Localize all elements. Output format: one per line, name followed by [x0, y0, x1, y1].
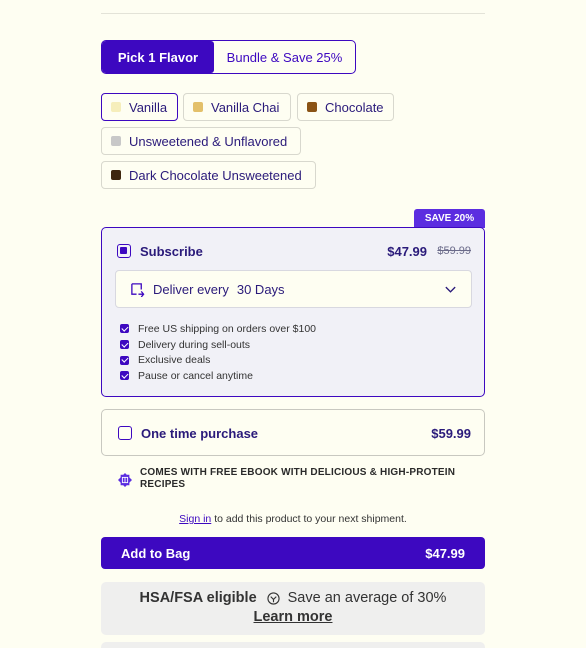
flavor-swatch — [111, 102, 121, 112]
chevron-down-icon — [445, 286, 456, 293]
subscribe-option[interactable]: Subscribe $47.99 $59.99 Deliver every 30… — [101, 227, 485, 397]
flavor-label: Vanilla — [129, 99, 168, 115]
flavor-swatch — [111, 136, 121, 146]
flavor-swatch — [111, 170, 121, 180]
hsa-fsa-banner: HSA/FSA eligible Save an average of 30% … — [101, 582, 485, 635]
book-badge-icon — [118, 473, 132, 487]
signin-prompt: Sign in to add this product to your next… — [101, 513, 485, 525]
subscribe-old-price: $59.99 — [437, 245, 471, 257]
delivery-frequency-select[interactable]: Deliver every 30 Days — [115, 270, 472, 308]
add-to-bag-button[interactable]: Add to Bag $47.99 — [101, 537, 485, 569]
repeat-delivery-icon — [131, 282, 145, 297]
flavor-label: Chocolate — [325, 99, 384, 115]
savings-icon — [267, 591, 280, 605]
perk-item: Exclusive deals — [120, 352, 316, 368]
one-time-radio[interactable] — [118, 426, 132, 440]
top-divider — [101, 13, 485, 14]
perk-text: Delivery during sell-outs — [138, 338, 251, 351]
flavor-label: Unsweetened & Unflavored — [129, 133, 288, 149]
perk-item: Delivery during sell-outs — [120, 337, 316, 353]
deliver-label: Deliver every — [153, 281, 229, 297]
flavor-option-unsweetened[interactable]: Unsweetened & Unflavored — [101, 127, 301, 155]
bundle-save-tab[interactable]: Bundle & Save 25% — [214, 41, 355, 73]
checkmark-icon — [120, 324, 129, 334]
flavor-option-vanilla[interactable]: Vanilla — [101, 93, 178, 121]
checkmark-icon — [120, 340, 129, 350]
flavor-swatch — [193, 102, 203, 112]
sign-in-link[interactable]: Sign in — [179, 513, 211, 525]
hsa-title: HSA/FSA eligible — [139, 590, 257, 606]
subscribe-title: Subscribe — [140, 244, 203, 259]
flavor-label: Dark Chocolate Unsweetened — [129, 167, 302, 183]
subscribe-price: $47.99 — [387, 244, 427, 259]
add-to-bag-price: $47.99 — [425, 546, 465, 561]
perk-text: Pause or cancel anytime — [138, 369, 253, 382]
subscribe-radio[interactable] — [117, 244, 131, 258]
perk-item: Free US shipping on orders over $100 — [120, 321, 316, 337]
checkmark-icon — [120, 355, 129, 365]
flavor-option-vanilla-chai[interactable]: Vanilla Chai — [183, 93, 291, 121]
flavor-swatch — [307, 102, 317, 112]
hsa-savings: Save an average of 30% — [287, 590, 447, 606]
perk-text: Exclusive deals — [138, 354, 211, 367]
purchase-mode-toggle: Pick 1 Flavor Bundle & Save 25% — [101, 40, 356, 74]
deliver-value: 30 Days — [236, 281, 285, 297]
perk-item: Pause or cancel anytime — [120, 368, 316, 384]
ebook-text: COMES WITH FREE EBOOK WITH DELICIOUS & H… — [140, 467, 456, 490]
pick-one-flavor-tab[interactable]: Pick 1 Flavor — [102, 41, 214, 73]
add-to-bag-label: Add to Bag — [121, 546, 191, 561]
flavor-label: Vanilla Chai — [211, 99, 280, 115]
learn-more-link[interactable]: Learn more — [254, 609, 333, 625]
flavor-option-chocolate[interactable]: Chocolate — [297, 93, 394, 121]
subscription-perks: Free US shipping on orders over $100 Del… — [120, 321, 316, 384]
one-time-title: One time purchase — [141, 426, 259, 441]
ebook-notice: COMES WITH FREE EBOOK WITH DELICIOUS & H… — [118, 467, 478, 491]
one-time-price: $59.99 — [431, 426, 471, 441]
perk-text: Free US shipping on orders over $100 — [138, 322, 317, 335]
checkmark-icon — [120, 371, 129, 381]
signin-rest: to add this product to your next shipmen… — [211, 513, 407, 525]
flavor-option-dark-chocolate[interactable]: Dark Chocolate Unsweetened — [101, 161, 316, 189]
save-badge: SAVE 20% — [414, 209, 485, 228]
one-time-purchase-option[interactable]: One time purchase $59.99 — [101, 409, 485, 456]
next-section-edge — [101, 642, 485, 648]
